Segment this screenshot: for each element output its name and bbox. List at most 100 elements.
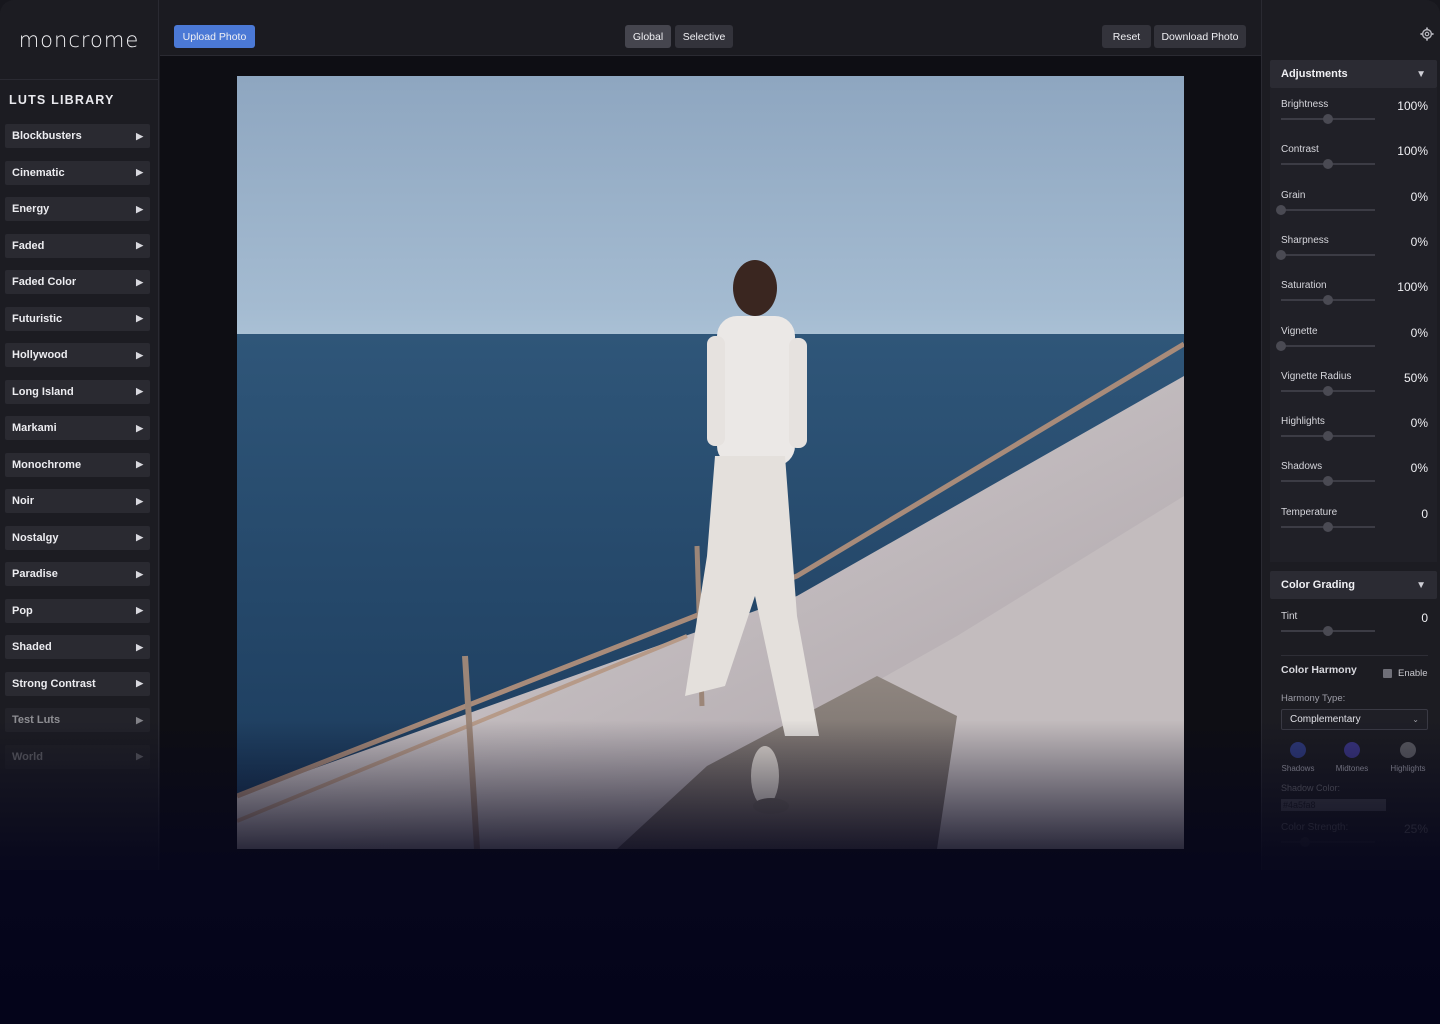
lut-item-noir[interactable]: Noir ▶ [5, 489, 150, 513]
lut-item-energy[interactable]: Energy ▶ [5, 197, 150, 221]
global-mode-button[interactable]: Global [625, 25, 671, 48]
lut-item-faded-color[interactable]: Faded Color ▶ [5, 270, 150, 294]
lut-item-label: Blockbusters [12, 130, 82, 142]
slider-thumb[interactable] [1323, 476, 1333, 487]
lut-item-blockbusters[interactable]: Blockbusters ▶ [5, 124, 150, 148]
slider-vignette: Vignette 0% [1276, 326, 1428, 366]
selective-mode-button[interactable]: Selective [675, 25, 733, 48]
slider-value: 25% [1403, 822, 1428, 836]
slider-label: Shadows [1281, 461, 1323, 473]
lut-item-markami[interactable]: Markami ▶ [5, 416, 150, 440]
play-arrow-icon: ▶ [136, 641, 143, 652]
lut-item-futuristic[interactable]: Futuristic ▶ [5, 306, 150, 331]
app-logo[interactable]: moncrome [0, 0, 158, 80]
shadow-color-input[interactable]: #4a5fa8 [1281, 799, 1386, 811]
slider-label: Temperature [1281, 506, 1338, 518]
lut-item-label: Faded Color [12, 276, 77, 288]
play-arrow-icon: ▶ [136, 240, 143, 250]
play-arrow-icon: ▶ [136, 130, 143, 141]
slider-thumb[interactable] [1323, 114, 1333, 124]
slider-thumb[interactable] [1323, 385, 1333, 396]
slider-thumb[interactable] [1323, 431, 1333, 442]
lut-item-hollywood[interactable]: Hollywood ▶ [5, 343, 150, 367]
top-toolbar: Upload Photo Global Selective Reset Down… [160, 0, 1261, 56]
slider-label: Contrast [1281, 144, 1319, 156]
reset-button[interactable]: Reset [1102, 25, 1151, 48]
color-grading-header[interactable]: Color Grading ▼ [1270, 571, 1437, 599]
slider-label: Tint [1281, 611, 1298, 622]
slider-value: 100% [1397, 99, 1428, 113]
slider-value: 0 [1421, 506, 1428, 521]
slider-thumb[interactable] [1323, 626, 1333, 636]
app-window: moncrome LUTS LIBRARY Blockbusters ▶ Cine… [0, 0, 1440, 870]
lut-item-label: Futuristic [12, 312, 63, 325]
slider-thumb[interactable] [1323, 295, 1333, 306]
enable-checkbox-row[interactable]: Enable [1383, 668, 1428, 679]
photo-illustration [237, 260, 1184, 849]
play-arrow-icon: ▶ [136, 495, 143, 506]
slider-label: Grain [1281, 189, 1306, 201]
gear-icon[interactable] [1420, 27, 1434, 41]
slider-label: Saturation [1281, 280, 1327, 292]
lut-item-pop[interactable]: Pop ▶ [5, 598, 150, 623]
play-arrow-icon: ▶ [136, 313, 143, 323]
lut-item-monochrome[interactable]: Monochrome ▶ [5, 452, 150, 477]
slider-thumb[interactable] [1299, 837, 1310, 847]
slider-grain: Grain 0% [1276, 189, 1428, 230]
adjustments-title: Adjustments [1281, 68, 1348, 80]
photo-preview[interactable] [237, 76, 1184, 849]
midtones-swatch[interactable] [1344, 742, 1360, 758]
lut-item-shaded[interactable]: Shaded ▶ [5, 635, 150, 659]
slider-value: 100% [1397, 280, 1428, 295]
harmony-type-select[interactable]: Complementary ⌄ [1281, 709, 1428, 730]
slider-track[interactable] [1281, 626, 1375, 636]
slider-track[interactable] [1276, 340, 1375, 351]
slider-label: Vignette Radius [1281, 370, 1352, 382]
slider-track[interactable] [1276, 249, 1375, 260]
slider-track[interactable] [1276, 204, 1375, 215]
luts-library-title: LUTS LIBRARY [9, 93, 115, 107]
slider-vignette-radius: Vignette Radius 50% [1281, 371, 1428, 411]
lut-item-faded[interactable]: Faded ▶ [5, 233, 150, 258]
slider-track[interactable] [1281, 159, 1375, 170]
slider-track[interactable] [1281, 431, 1375, 442]
slider-track[interactable] [1281, 476, 1375, 487]
slider-highlights: Highlights 0% [1281, 416, 1428, 456]
slider-thumb[interactable] [1323, 159, 1333, 170]
lut-item-cinematic[interactable]: Cinematic ▶ [5, 160, 150, 185]
lut-item-test-luts[interactable]: Test Luts ▶ [5, 708, 150, 732]
slider-thumb[interactable] [1276, 340, 1286, 351]
slider-track[interactable] [1281, 837, 1375, 847]
slider-track[interactable] [1281, 295, 1375, 306]
lut-item-label: Long Island [12, 385, 74, 398]
highlights-swatch[interactable] [1400, 742, 1416, 758]
slider-thumb[interactable] [1276, 249, 1286, 260]
adjustments-panel: Adjustments ▼ Brightness 100% Contrast 100%… [1261, 0, 1440, 870]
lut-item-world[interactable]: World ▶ [5, 744, 150, 769]
play-arrow-icon: ▶ [136, 167, 143, 177]
slider-track[interactable] [1281, 385, 1375, 396]
enable-checkbox[interactable] [1383, 669, 1392, 678]
shadow-color-label: Shadow Color: [1281, 783, 1341, 793]
photo-canvas[interactable] [160, 56, 1261, 870]
lut-item-label: Noir [12, 495, 34, 507]
lut-item-long-island[interactable]: Long Island ▶ [5, 379, 150, 404]
download-photo-button[interactable]: Download Photo [1154, 25, 1246, 48]
slider-shadows: Shadows 0% [1281, 461, 1428, 501]
slider-value: 0% [1410, 234, 1428, 249]
lut-item-label: Energy [12, 203, 50, 215]
shadows-swatch[interactable] [1290, 742, 1306, 758]
slider-thumb[interactable] [1276, 204, 1286, 215]
lut-item-paradise[interactable]: Paradise ▶ [5, 562, 150, 586]
slider-track[interactable] [1281, 521, 1375, 532]
slider-brightness: Brightness 100% [1281, 99, 1428, 139]
slider-thumb[interactable] [1323, 521, 1333, 532]
chevron-down-icon: ⌄ [1412, 715, 1419, 724]
lut-item-nostalgy[interactable]: Nostalgy ▶ [5, 525, 150, 550]
adjustments-header[interactable]: Adjustments ▼ [1270, 60, 1437, 88]
lut-item-strong-contrast[interactable]: Strong Contrast ▶ [5, 671, 150, 696]
upload-photo-button[interactable]: Upload Photo [174, 25, 255, 48]
play-arrow-icon: ▶ [136, 276, 143, 287]
slider-track[interactable] [1281, 114, 1375, 124]
slider-value: 0% [1410, 189, 1428, 204]
